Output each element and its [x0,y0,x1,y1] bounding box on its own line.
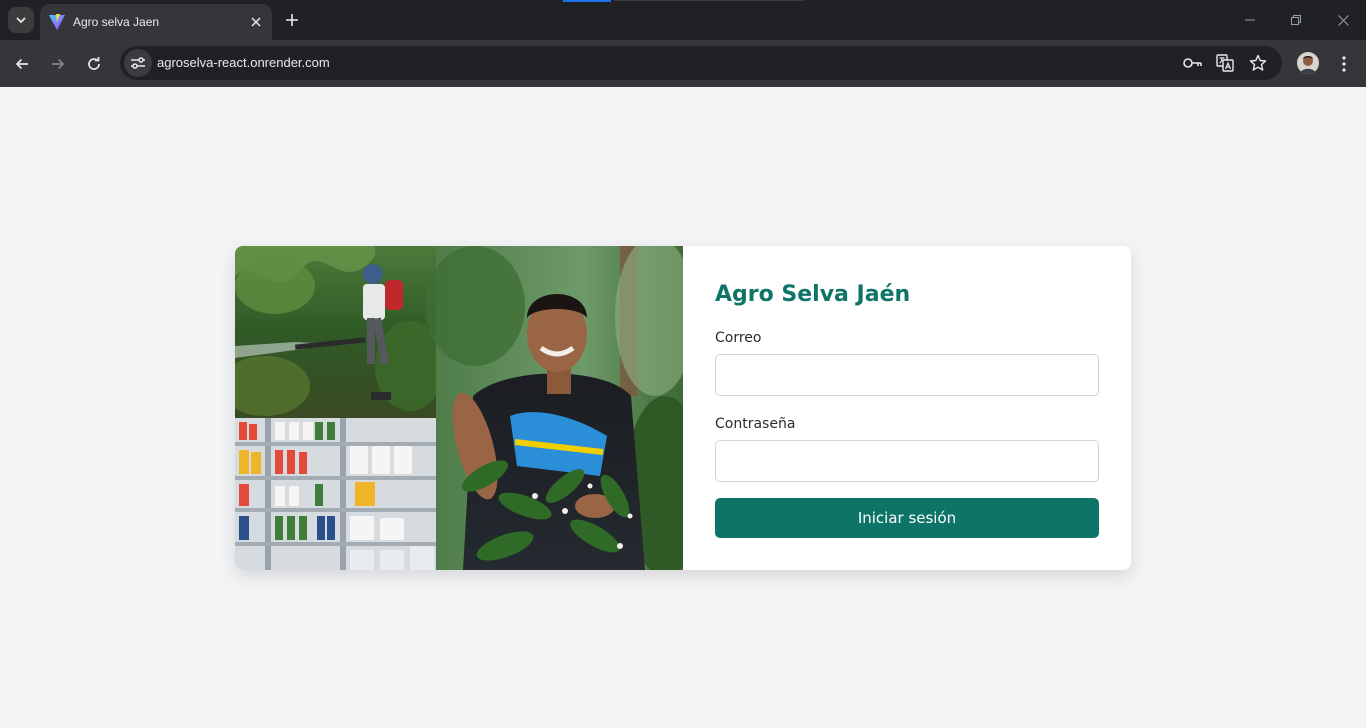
password-label: Contraseña [715,416,796,432]
browser-menu-button[interactable] [1332,52,1356,76]
translate-button[interactable] [1214,52,1236,74]
restore-icon [1291,15,1301,25]
reload-button[interactable] [80,50,108,78]
password-field[interactable] [715,440,1099,482]
key-icon [1183,58,1202,68]
close-icon [251,17,261,27]
passwords-button[interactable] [1182,52,1204,74]
browser-toolbar: agroselva-react.onrender.com [0,40,1366,87]
hero-image-collage [235,246,683,570]
email-label: Correo [715,330,762,346]
browser-tab[interactable]: Agro selva Jaen [40,4,272,40]
forward-arrow-icon [52,58,65,70]
back-button[interactable] [8,50,36,78]
reload-icon [88,57,100,70]
browser-tab-strip: Agro selva Jaen [0,0,1366,40]
back-arrow-icon [15,58,28,70]
tab-strip-divider [614,0,804,1]
login-card: Agro Selva Jaén Correo Contraseña Inicia… [235,246,1131,570]
forward-button[interactable] [44,50,72,78]
tab-close-button[interactable] [246,12,266,32]
more-vertical-icon [1342,56,1346,72]
tab-loading-indicator [563,0,611,2]
tab-search-icon [16,17,26,24]
close-window-button[interactable] [1331,8,1355,32]
plus-icon [286,14,298,26]
translate-icon [1216,54,1234,72]
photo-coffee-farmer [425,246,683,570]
close-window-icon [1337,14,1349,26]
avatar-image [1297,52,1319,74]
login-form: Agro Selva Jaén Correo Contraseña Inicia… [715,246,1099,570]
minimize-icon [1245,19,1255,21]
address-bar[interactable]: agroselva-react.onrender.com [120,46,1282,80]
photo-fumigation [235,246,445,418]
url-text[interactable]: agroselva-react.onrender.com [157,55,330,70]
restore-button[interactable] [1284,8,1308,32]
favicon-icon [49,14,65,30]
login-submit-button[interactable]: Iniciar sesión [715,498,1099,538]
photo-agro-store-shelves [235,418,436,570]
star-icon [1249,54,1267,71]
email-field[interactable] [715,354,1099,396]
bookmark-button[interactable] [1247,52,1269,74]
site-settings-icon [131,57,145,69]
profile-avatar[interactable] [1297,52,1319,74]
tab-search-button[interactable] [8,7,34,33]
app-title: Agro Selva Jaén [715,282,911,307]
tab-title: Agro selva Jaen [73,15,160,29]
site-settings-button[interactable] [124,49,152,77]
new-tab-button[interactable] [280,8,304,32]
minimize-button[interactable] [1238,8,1262,32]
